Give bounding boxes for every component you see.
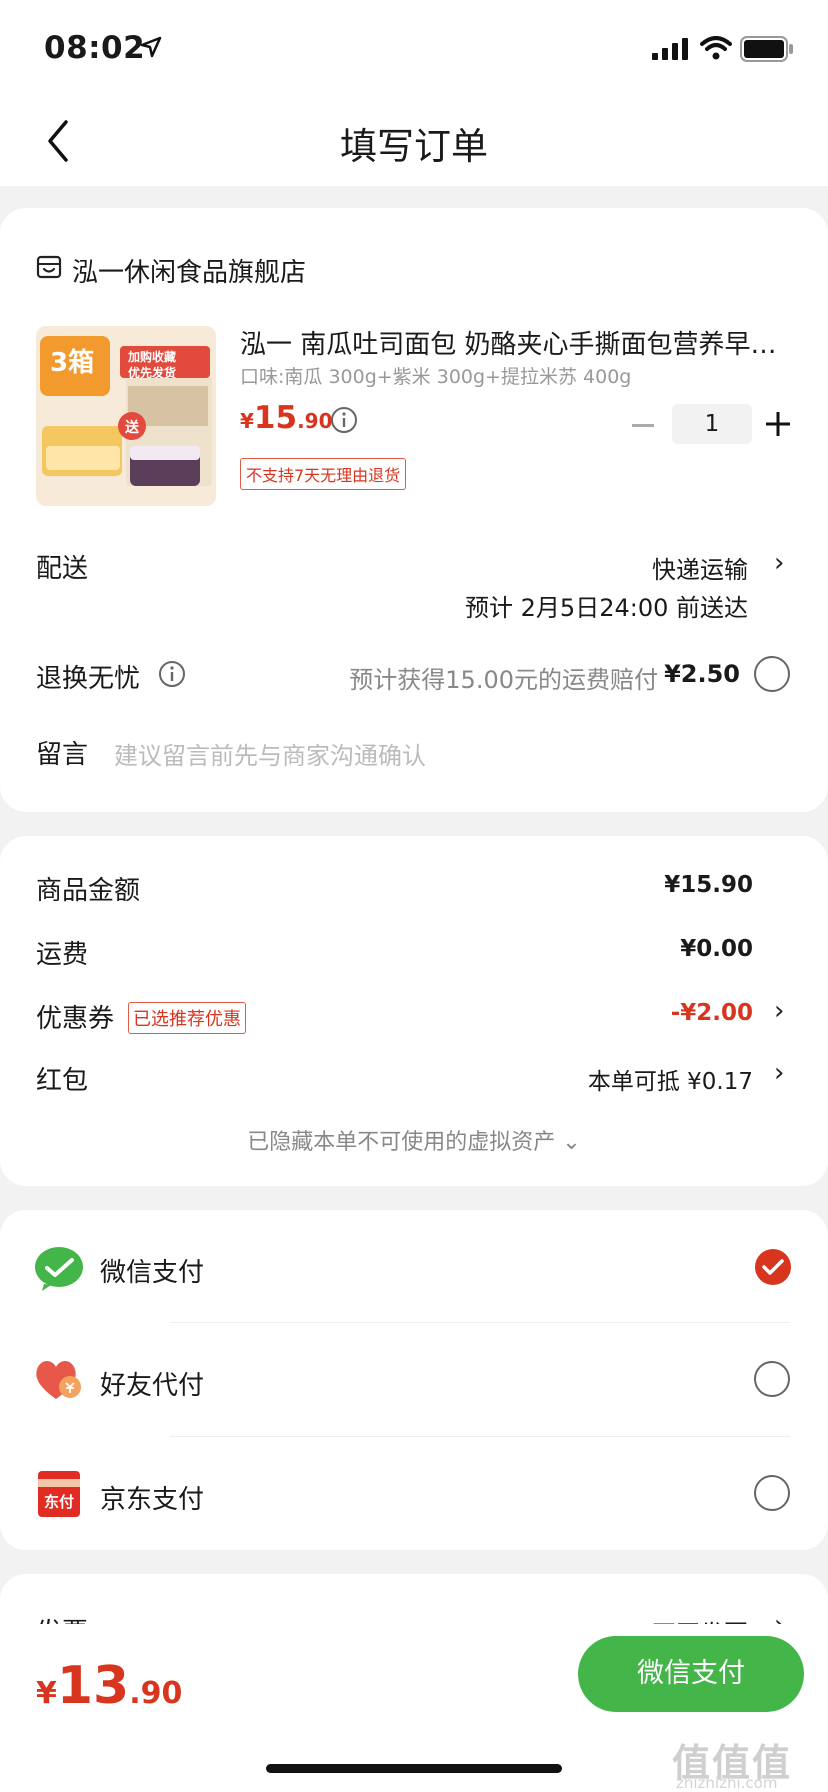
payment-option-friend[interactable]: 好友代付	[0, 1323, 828, 1435]
message-label: 留言	[36, 740, 89, 770]
coupon-value[interactable]: -¥2.00	[671, 1000, 753, 1026]
shipping-label: 运费	[36, 940, 89, 970]
product-spec[interactable]: 口味:南瓜 300g+紫米 300g+提拉米苏 400g	[240, 362, 631, 389]
thumb-badge: 3箱	[50, 348, 95, 378]
status-bar: 08:02	[0, 0, 828, 98]
watermark-url: zhizhizhi.com	[676, 1774, 778, 1792]
return-insurance-desc: 预计获得15.00元的运费赔付	[349, 666, 658, 694]
page-title: 填写订单	[340, 125, 488, 168]
bottom-checkout-bar: ¥13.90 微信支付 值值值 zhizhizhi.com	[0, 1624, 828, 1792]
wechat-pay-icon	[35, 1247, 83, 1291]
product-thumbnail[interactable]: 3箱 加购收藏 优先发货 送	[36, 326, 216, 506]
redpacket-chevron-icon[interactable]: ›	[774, 1058, 784, 1088]
status-time: 08:02	[44, 30, 146, 66]
coupon-label: 优惠券	[36, 1004, 115, 1034]
delivery-chevron-icon[interactable]: ›	[774, 548, 784, 578]
return-insurance-info-icon[interactable]	[158, 660, 186, 688]
decrease-quantity-button[interactable]	[632, 424, 654, 427]
product-title[interactable]: 泓一 南瓜吐司面包 奶酪夹心手撕面包营养早…	[240, 324, 788, 361]
payment-label-friend: 好友代付	[100, 1371, 205, 1401]
selected-check-icon[interactable]	[754, 1248, 792, 1286]
jd-pay-radio[interactable]	[754, 1475, 790, 1511]
jd-pay-icon-text: 东付	[43, 1493, 74, 1511]
wifi-icon	[700, 36, 732, 60]
thumb-gift: 送	[125, 420, 139, 436]
shipping-value: ¥0.00	[680, 936, 753, 962]
delivery-method[interactable]: 快递运输	[652, 550, 748, 585]
price-symbol: ¥	[240, 409, 254, 433]
goods-amount-value: ¥15.90	[664, 872, 753, 898]
no-return-tag: 不支持7天无理由退货	[240, 458, 407, 490]
total-decimal: .90	[129, 1676, 183, 1711]
price-info-icon[interactable]	[330, 406, 358, 434]
coupon-chevron-icon[interactable]: ›	[774, 996, 784, 1026]
payment-option-jd[interactable]: 东付 京东支付	[0, 1437, 828, 1549]
nav-bar: 填写订单	[0, 98, 828, 186]
return-insurance-price: ¥2.50	[664, 660, 740, 688]
store-icon	[36, 255, 62, 279]
jd-pay-icon-stripe	[38, 1479, 80, 1487]
wechat-pay-button[interactable]: 微信支付	[578, 1636, 804, 1712]
payment-option-wechat[interactable]: 微信支付	[0, 1210, 828, 1322]
redpacket-value[interactable]: 本单可抵 ¥0.17	[588, 1062, 753, 1096]
delivery-label: 配送	[36, 554, 89, 584]
thumb-promo-line2: 优先发货	[128, 366, 177, 380]
coupon-selected-tag: 已选推荐优惠	[128, 1002, 246, 1034]
delivery-eta: 预计 2月5日24:00 前送达	[465, 594, 748, 622]
price-integer: 15	[253, 400, 298, 436]
goods-amount-label: 商品金额	[36, 876, 141, 906]
message-input[interactable]: 建议留言前先与商家沟通确认	[114, 736, 426, 771]
order-card: 泓一休闲食品旗舰店 3箱 加购收藏 优先发货 送 泓一 南瓜吐司面包 奶酪夹心手…	[0, 208, 828, 812]
thumb-promo-line1: 加购收藏	[128, 350, 177, 364]
price-summary-card: 商品金额 ¥15.90 运费 ¥0.00 优惠券 已选推荐优惠 -¥2.00 ›…	[0, 836, 828, 1186]
total-integer: 13	[56, 1656, 130, 1716]
return-insurance-label: 退换无忧	[36, 664, 141, 694]
payment-label-jd: 京东支付	[100, 1485, 205, 1515]
hidden-assets-toggle[interactable]: 已隐藏本单不可使用的虚拟资产 ⌄	[0, 1124, 828, 1156]
total-symbol: ¥	[36, 1676, 57, 1711]
total-price: ¥13.90	[36, 1656, 182, 1716]
friend-pay-radio[interactable]	[754, 1361, 790, 1397]
store-name[interactable]: 泓一休闲食品旗舰店	[72, 252, 306, 289]
increase-quantity-button[interactable]	[766, 412, 790, 436]
jd-pay-icon: 东付	[38, 1471, 80, 1517]
location-arrow-icon	[140, 36, 162, 58]
payment-methods-card: 微信支付 好友代付 东付 京东支付	[0, 1210, 828, 1550]
cellular-signal-icon	[652, 38, 688, 60]
price-decimal: .90	[297, 409, 333, 433]
battery-icon	[740, 36, 793, 62]
product-price: ¥15.90	[240, 400, 333, 436]
return-insurance-radio[interactable]	[754, 656, 790, 692]
quantity-input[interactable]: 1	[672, 404, 752, 444]
redpacket-label: 红包	[36, 1066, 89, 1096]
payment-label-wechat: 微信支付	[100, 1258, 205, 1288]
home-indicator[interactable]	[266, 1764, 562, 1773]
friend-pay-heart-icon	[36, 1361, 81, 1399]
